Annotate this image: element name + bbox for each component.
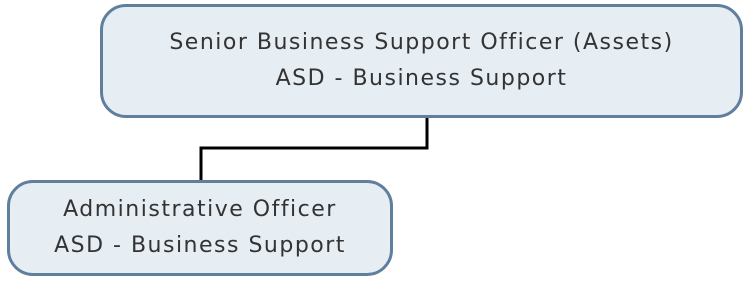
node-title: Administrative Officer [63,197,337,222]
node-title: Senior Business Support Officer (Assets) [169,30,674,55]
org-node-administrative-officer: Administrative Officer ASD - Business Su… [7,180,393,276]
node-department: ASD - Business Support [54,233,346,258]
node-department: ASD - Business Support [275,66,568,91]
org-node-senior-business-support-officer: Senior Business Support Officer (Assets)… [100,4,743,118]
